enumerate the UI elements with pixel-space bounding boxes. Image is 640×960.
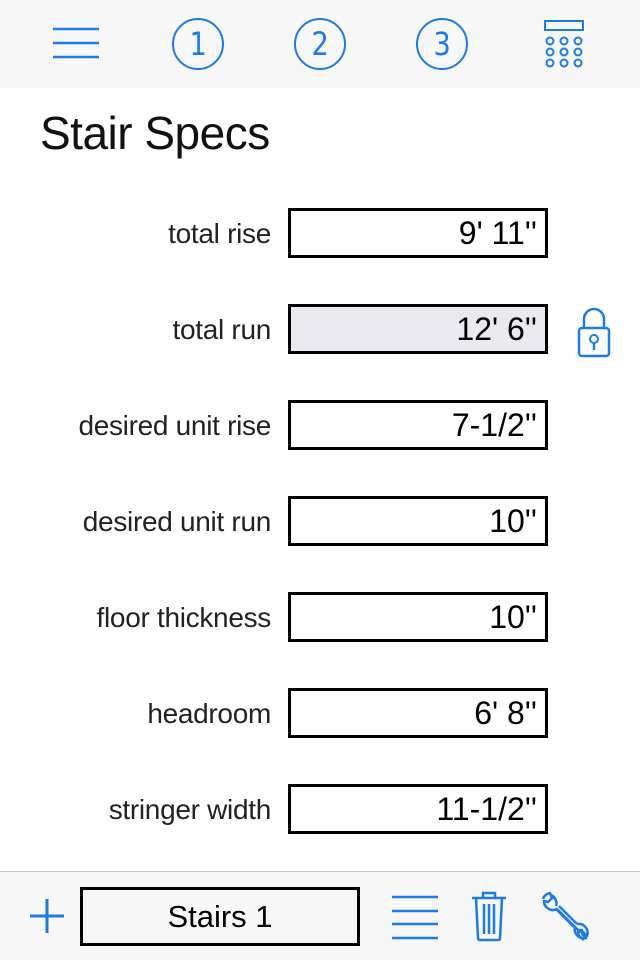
page-title: Stair Specs bbox=[40, 107, 270, 159]
step-2-button[interactable]: 2 bbox=[288, 14, 352, 74]
add-project-button[interactable] bbox=[24, 892, 70, 940]
field-label: total rise bbox=[168, 218, 271, 249]
step-1-button[interactable]: 1 bbox=[166, 14, 230, 74]
circled-number-icon: 1 bbox=[172, 18, 224, 70]
field-label: desired unit run bbox=[82, 506, 272, 537]
field-row-floor-thickness: floor thickness 10'' bbox=[0, 592, 640, 644]
calculator-button[interactable] bbox=[532, 14, 596, 74]
desired-unit-rise-input[interactable]: 7-1/2'' bbox=[288, 400, 548, 450]
floor-thickness-input[interactable]: 10'' bbox=[288, 592, 548, 642]
top-toolbar: 1 2 3 bbox=[0, 0, 640, 88]
stringer-width-input[interactable]: 11-1/2'' bbox=[288, 784, 548, 834]
calculator-icon bbox=[544, 20, 584, 68]
delete-button[interactable] bbox=[466, 888, 512, 944]
field-row-desired-unit-rise: desired unit rise 7-1/2'' bbox=[0, 400, 640, 452]
field-row-total-run: total run 12' 6'' bbox=[0, 304, 640, 358]
circled-number-icon: 3 bbox=[416, 18, 468, 70]
padlock-icon bbox=[577, 307, 611, 358]
desired-unit-run-input[interactable]: 10'' bbox=[288, 496, 548, 546]
field-row-total-rise: total rise 9' 11'' bbox=[0, 208, 640, 260]
field-label: total run bbox=[172, 314, 272, 345]
field-label: floor thickness bbox=[96, 602, 272, 633]
field-row-stringer-width: stringer width 11-1/2'' bbox=[0, 784, 640, 836]
field-label: headroom bbox=[147, 698, 271, 729]
field-row-headroom: headroom 6' 8'' bbox=[0, 688, 640, 740]
list-icon bbox=[392, 895, 438, 940]
field-label: stringer width bbox=[108, 794, 272, 825]
headroom-input[interactable]: 6' 8'' bbox=[288, 688, 548, 738]
menu-button[interactable] bbox=[44, 14, 108, 74]
wrench-icon bbox=[541, 891, 589, 941]
trash-icon bbox=[472, 891, 506, 942]
circled-number-icon: 2 bbox=[294, 18, 346, 70]
total-run-input[interactable]: 12' 6'' bbox=[288, 304, 548, 354]
project-name-field[interactable]: Stairs 1 bbox=[80, 887, 360, 946]
hamburger-menu-icon bbox=[53, 27, 99, 59]
step-3-button[interactable]: 3 bbox=[410, 14, 474, 74]
settings-button[interactable] bbox=[536, 888, 594, 946]
lock-toggle-button[interactable] bbox=[574, 306, 614, 358]
field-label: desired unit rise bbox=[78, 410, 271, 441]
field-row-desired-unit-run: desired unit run 10'' bbox=[0, 496, 640, 548]
project-list-button[interactable] bbox=[388, 890, 442, 944]
plus-icon bbox=[30, 899, 64, 933]
total-rise-input[interactable]: 9' 11'' bbox=[288, 208, 548, 258]
bottom-toolbar: Stairs 1 bbox=[0, 871, 640, 960]
